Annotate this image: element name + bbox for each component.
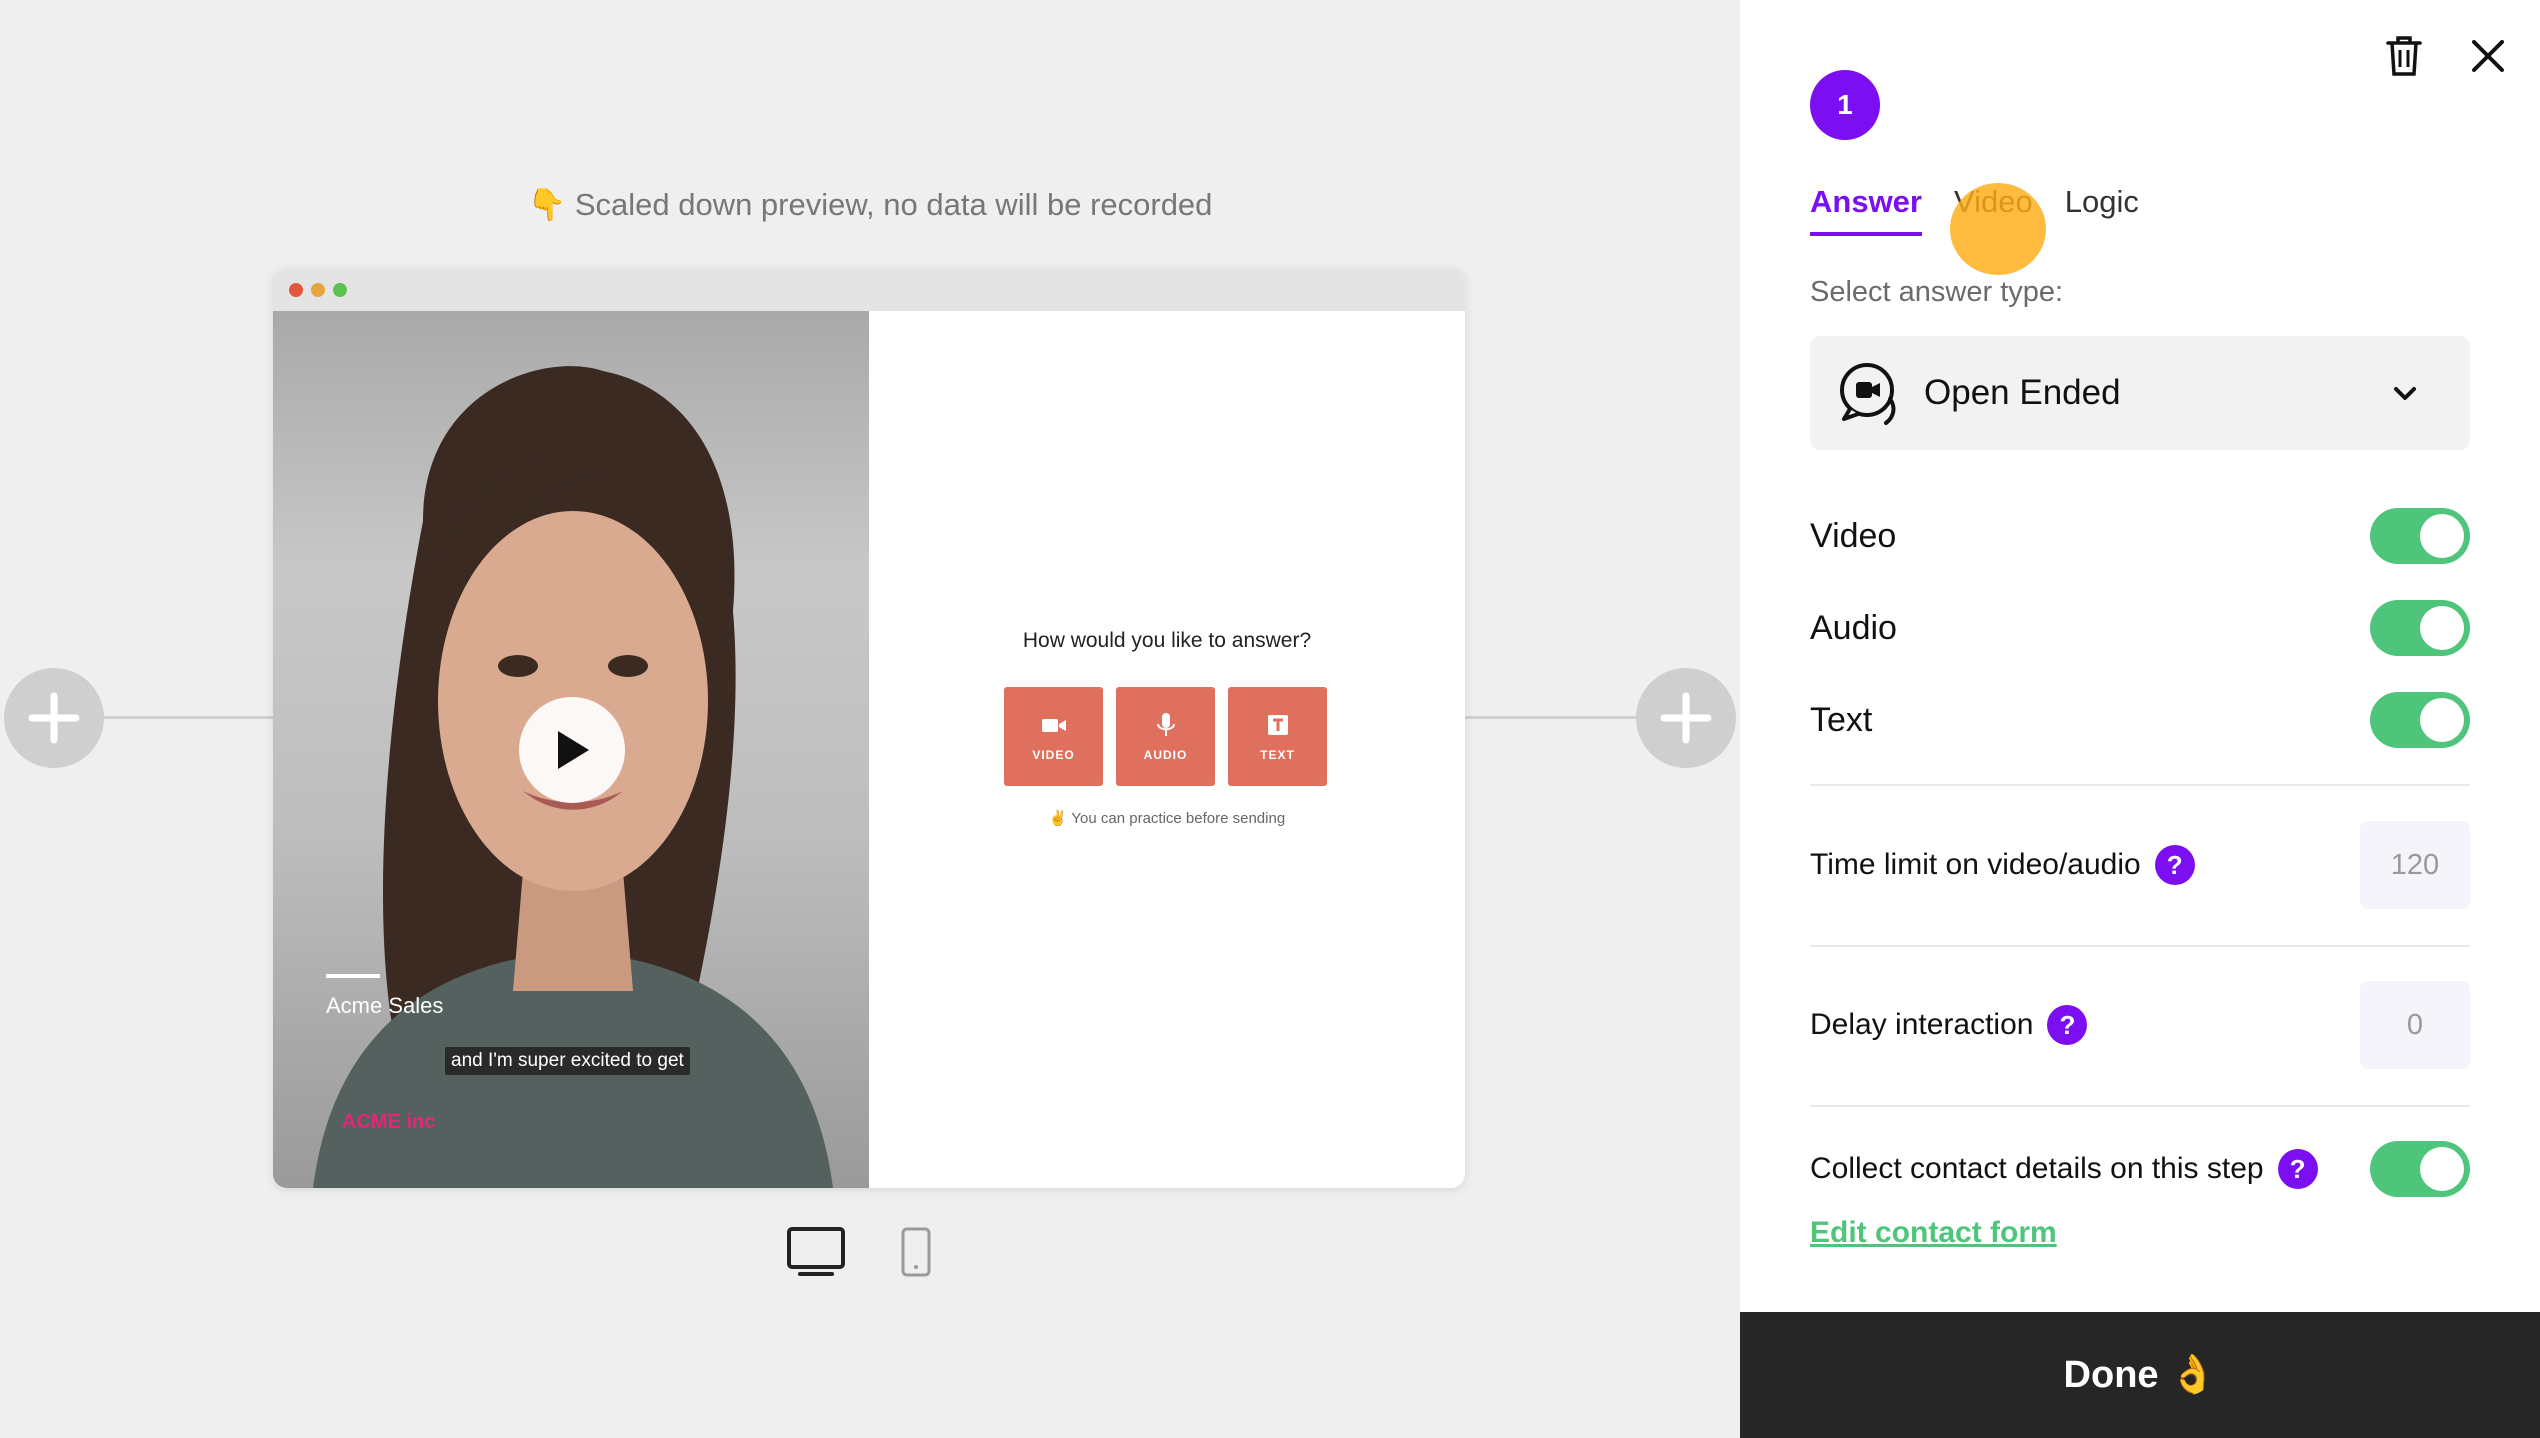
connector-right xyxy=(1465,716,1645,719)
window-maximize-dot xyxy=(333,283,347,297)
toggle-row-text: Text xyxy=(1810,690,2470,750)
delete-step-button[interactable] xyxy=(2384,34,2424,78)
presenter-divider xyxy=(326,974,380,978)
done-button[interactable]: Done 👌 xyxy=(1740,1312,2540,1438)
device-preview-toggle xyxy=(786,1226,932,1283)
answer-type-label: Select answer type: xyxy=(1810,276,2064,308)
plus-icon xyxy=(28,692,80,744)
toggle-audio-switch[interactable] xyxy=(2370,600,2470,656)
divider xyxy=(1810,945,2470,947)
play-button[interactable] xyxy=(519,697,625,803)
time-limit-text: Time limit on video/audio xyxy=(1810,848,2141,881)
close-icon xyxy=(2472,40,2504,72)
add-step-after-button[interactable] xyxy=(1636,668,1736,768)
toggle-text-switch[interactable] xyxy=(2370,692,2470,748)
video-caption: and I'm super excited to get xyxy=(445,1047,690,1075)
plus-icon xyxy=(1660,692,1712,744)
toggle-text-label: Text xyxy=(1810,700,1873,739)
answer-type-value: Open Ended xyxy=(1924,373,2121,412)
step-number-badge: 1 xyxy=(1810,70,1880,140)
answer-text-label: TEXT xyxy=(1260,748,1295,762)
tab-video[interactable]: Video xyxy=(1954,184,2033,236)
delay-label: Delay interaction ? xyxy=(1810,1005,2088,1045)
pointing-down-icon: 👇 xyxy=(527,187,567,222)
toggle-row-audio: Audio xyxy=(1810,598,2470,658)
toggle-contact-switch[interactable] xyxy=(2370,1141,2470,1197)
help-icon[interactable]: ? xyxy=(2277,1149,2318,1189)
text-icon xyxy=(1267,715,1288,735)
answer-audio-label: AUDIO xyxy=(1143,748,1188,762)
preview-note-text: Scaled down preview, no data will be rec… xyxy=(574,187,1213,222)
answer-video-button[interactable]: VIDEO xyxy=(1004,687,1103,786)
video-preview[interactable]: Acme Sales and I'm super excited to get … xyxy=(273,311,869,1188)
toggle-audio-label: Audio xyxy=(1810,608,1897,647)
panel-tabs: Answer Video Logic xyxy=(1810,184,2139,236)
time-limit-input[interactable]: 120 xyxy=(2360,821,2470,909)
delay-input[interactable]: 0 xyxy=(2360,981,2470,1069)
desktop-preview-button[interactable] xyxy=(786,1226,846,1283)
delay-text: Delay interaction xyxy=(1810,1008,2034,1041)
mobile-icon xyxy=(901,1227,931,1277)
victory-hand-icon: ✌ xyxy=(1048,810,1068,827)
divider xyxy=(1810,1105,2470,1107)
toggle-video-label: Video xyxy=(1810,516,1897,555)
toggle-row-video: Video xyxy=(1810,506,2470,566)
add-step-before-button[interactable] xyxy=(4,668,104,768)
time-limit-row: Time limit on video/audio ? 120 xyxy=(1810,820,2470,910)
trash-icon xyxy=(2386,36,2422,76)
answer-type-select[interactable]: Open Ended xyxy=(1810,336,2470,450)
brand-logo: ACME inc xyxy=(342,1111,436,1133)
connector-left xyxy=(100,716,274,719)
preview-note: 👇 Scaled down preview, no data will be r… xyxy=(0,186,1740,223)
divider xyxy=(1810,784,2470,786)
answer-text-button[interactable]: TEXT xyxy=(1228,687,1327,786)
presenter-name: Acme Sales xyxy=(326,993,444,1018)
step-settings-panel: 1 Answer Video Logic Select answer type:… xyxy=(1740,0,2540,1438)
help-icon[interactable]: ? xyxy=(2047,1005,2088,1045)
ok-hand-icon: 👌 xyxy=(2169,1354,2217,1396)
answer-preview-pane: How would you like to answer? VIDEO AUDI… xyxy=(869,311,1465,1188)
open-ended-icon xyxy=(1840,363,1896,425)
tab-answer[interactable]: Answer xyxy=(1810,184,1922,236)
practice-note: ✌ You can practice before sending xyxy=(869,809,1465,827)
window-close-dot xyxy=(289,283,303,297)
help-icon[interactable]: ? xyxy=(2154,845,2195,885)
done-label: Done xyxy=(2063,1353,2159,1396)
contact-text: Collect contact details on this step xyxy=(1810,1152,2264,1185)
video-camera-icon xyxy=(1041,719,1066,732)
play-icon xyxy=(558,731,589,769)
answer-video-label: VIDEO xyxy=(1032,748,1075,762)
close-panel-button[interactable] xyxy=(2466,34,2510,78)
mobile-preview-button[interactable] xyxy=(900,1226,932,1283)
preview-browser-window: Acme Sales and I'm super excited to get … xyxy=(273,268,1465,1188)
edit-contact-form-link[interactable]: Edit contact form xyxy=(1810,1216,2057,1250)
flow-canvas: 👇 Scaled down preview, no data will be r… xyxy=(0,0,1740,1438)
answer-question: How would you like to answer? xyxy=(1022,629,1312,652)
toggle-video-switch[interactable] xyxy=(2370,508,2470,564)
microphone-icon xyxy=(1156,713,1175,736)
desktop-icon xyxy=(787,1227,845,1276)
tab-logic[interactable]: Logic xyxy=(2065,184,2139,236)
chevron-down-icon xyxy=(2394,387,2416,400)
practice-note-text: You can practice before sending xyxy=(1071,810,1286,827)
answer-options: VIDEO AUDIO TEXT xyxy=(1004,687,1327,786)
answer-audio-button[interactable]: AUDIO xyxy=(1116,687,1215,786)
browser-title-bar xyxy=(273,268,1465,311)
time-limit-label: Time limit on video/audio ? xyxy=(1810,845,2195,885)
window-minimize-dot xyxy=(311,283,325,297)
contact-row: Collect contact details on this step ? xyxy=(1810,1124,2470,1214)
contact-label: Collect contact details on this step ? xyxy=(1810,1149,2318,1189)
delay-row: Delay interaction ? 0 xyxy=(1810,980,2470,1070)
